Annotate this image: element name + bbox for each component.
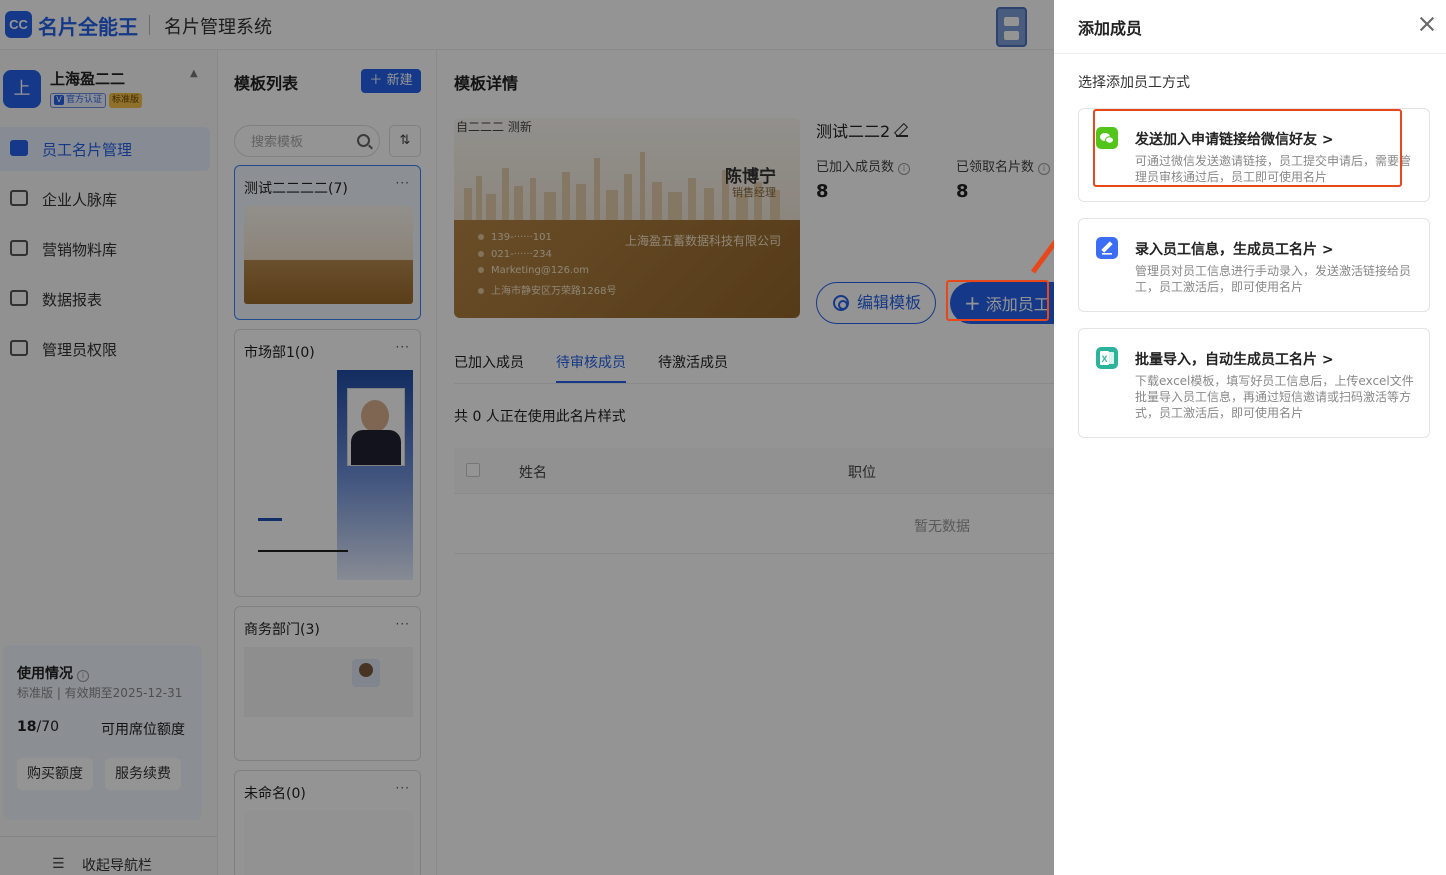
option-title: 录入员工信息，生成员工名片 >	[1135, 242, 1334, 258]
drawer-title: 添加成员	[1078, 19, 1143, 38]
drawer-subtitle: 选择添加员工方式	[1078, 75, 1190, 91]
option-title: 批量导入，自动生成员工名片 >	[1135, 352, 1334, 368]
option-manual-entry[interactable]: 录入员工信息，生成员工名片 > 管理员对员工信息进行手动录入，发送激活链接给员工…	[1078, 218, 1430, 312]
excel-icon: X	[1096, 347, 1118, 369]
wechat-option-highlight	[1093, 109, 1402, 187]
option-description: 下载excel模板，填写好员工信息后，上传excel文件批量导入员工信息，再通过…	[1135, 374, 1414, 420]
close-icon[interactable]	[1418, 15, 1436, 33]
option-batch-import[interactable]: X 批量导入，自动生成员工名片 > 下载excel模板，填写好员工信息后，上传e…	[1078, 328, 1430, 438]
edit-icon	[1096, 237, 1118, 259]
drawer-header: 添加成员	[1054, 0, 1446, 54]
option-description: 管理员对员工信息进行手动录入，发送激活链接给员工，员工激活后，即可使用名片	[1135, 264, 1412, 294]
add-button-highlight	[946, 280, 1049, 321]
modal-overlay[interactable]	[0, 0, 1054, 875]
svg-text:X: X	[1101, 354, 1107, 364]
